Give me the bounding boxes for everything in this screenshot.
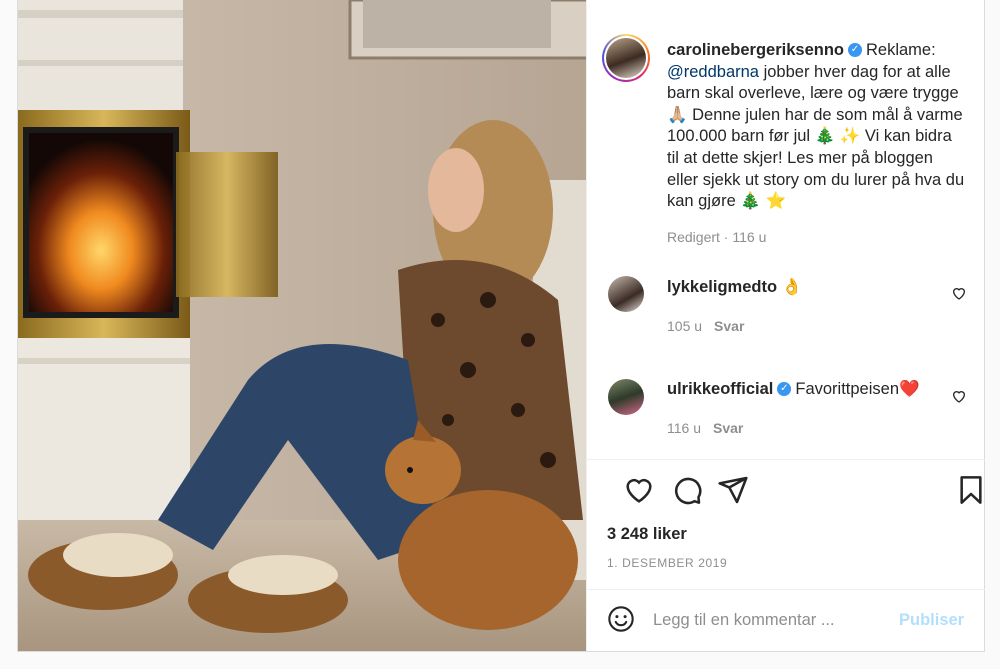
comment-username[interactable]: lykkeligmedto <box>667 278 777 296</box>
comment-icon[interactable] <box>671 474 703 506</box>
comment-meta: 105 u Svar <box>667 318 744 334</box>
post-date[interactable]: 1. DESEMBER 2019 <box>607 556 727 570</box>
comment-meta: 116 u Svar <box>667 420 743 436</box>
comment-time: 105 u <box>667 318 703 334</box>
comment-username[interactable]: ulrikkeofficial <box>667 380 773 398</box>
reply-button[interactable]: Svar <box>713 420 743 436</box>
divider <box>587 589 986 590</box>
caption-body: jobber hver dag for at alle barn skal ov… <box>667 62 965 211</box>
commenter-avatar[interactable] <box>608 276 644 312</box>
paper-plane-icon[interactable] <box>717 474 749 506</box>
comment-input[interactable]: Legg til en kommentar ... <box>653 611 835 630</box>
commenter-avatar[interactable] <box>608 379 644 415</box>
reply-button[interactable]: Svar <box>714 318 744 334</box>
caption-meta: Redigert · 116 u <box>667 229 767 245</box>
verified-badge-icon: ✓ <box>777 381 792 396</box>
post-card: carolinebergeriksenno ✓ Reklame: @reddbarn… <box>17 0 987 652</box>
publish-button[interactable]: Publiser <box>899 611 964 630</box>
verified-badge-icon: ✓ <box>847 42 862 57</box>
bookmark-icon[interactable] <box>955 474 987 506</box>
post-caption: carolinebergeriksenno ✓ Reklame: @reddbarn… <box>667 40 967 213</box>
divider <box>587 459 986 460</box>
smiley-icon[interactable] <box>607 605 635 633</box>
comment-item: ulrikkeofficial ✓ Favorittpeisen❤️ <box>667 380 920 399</box>
fireplace-woman-dog-photo <box>18 0 586 651</box>
author-avatar[interactable] <box>602 34 650 82</box>
comment-like-heart-icon[interactable] <box>951 388 967 404</box>
post-photo[interactable] <box>18 0 586 651</box>
comment-text: Favorittpeisen❤️ <box>795 380 920 398</box>
like-count[interactable]: 3 248 liker <box>607 525 687 544</box>
page-scrollbar[interactable] <box>985 0 1000 669</box>
author-username[interactable]: carolinebergeriksenno <box>667 41 844 59</box>
caption-prefix: Reklame: <box>865 41 936 59</box>
comment-like-heart-icon[interactable] <box>951 285 967 301</box>
comment-text: 👌 <box>781 278 803 296</box>
heart-icon[interactable] <box>623 474 655 506</box>
comment-time: 116 u <box>667 420 701 436</box>
caption-mention-link[interactable]: @reddbarna <box>667 63 759 81</box>
comment-item: lykkeligmedto 👌 <box>667 278 802 297</box>
post-sidebar: carolinebergeriksenno ✓ Reklame: @reddbarn… <box>586 0 987 651</box>
